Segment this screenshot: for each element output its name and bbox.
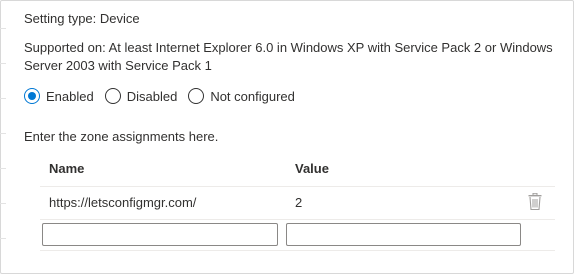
not-configured-label: Not configured bbox=[210, 88, 295, 104]
row-divider bbox=[40, 219, 555, 220]
radio-selected-indicator bbox=[24, 88, 40, 104]
new-zone-value-input[interactable] bbox=[286, 223, 521, 246]
radio-indicator bbox=[104, 88, 121, 104]
zone-assignments-title: Enter the zone assignments here. bbox=[24, 129, 219, 144]
disabled-label: Disabled bbox=[126, 88, 178, 104]
setting-type-text: Setting type: Device bbox=[24, 11, 140, 26]
enabled-radio[interactable]: Enabled bbox=[24, 88, 94, 104]
column-header-name: Name bbox=[49, 161, 85, 176]
disabled-radio[interactable]: Disabled bbox=[104, 88, 178, 104]
column-header-value: Value bbox=[295, 161, 329, 176]
state-radio-group: Enabled Disabled Not configured bbox=[24, 86, 306, 106]
left-edge-decoration bbox=[0, 0, 9, 274]
not-configured-radio[interactable]: Not configured bbox=[188, 88, 295, 104]
row-value-cell: 2 bbox=[295, 195, 303, 210]
new-zone-name-input[interactable] bbox=[42, 223, 278, 246]
supported-on-text: Supported on: At least Internet Explorer… bbox=[24, 40, 553, 73]
radio-indicator bbox=[188, 88, 205, 104]
header-divider bbox=[40, 186, 555, 187]
enabled-label: Enabled bbox=[46, 88, 94, 104]
input-row-divider bbox=[40, 250, 555, 251]
row-name-cell: https://letsconfigmgr.com/ bbox=[49, 195, 197, 210]
trash-icon[interactable] bbox=[528, 193, 542, 210]
